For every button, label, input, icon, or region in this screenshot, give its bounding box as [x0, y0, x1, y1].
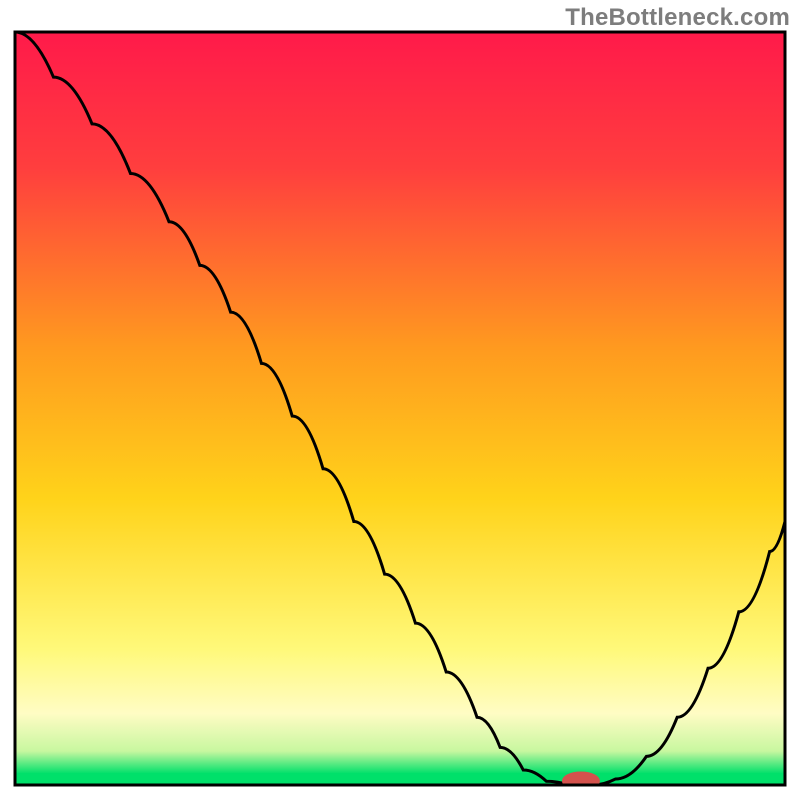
- optimal-marker: [562, 772, 599, 790]
- green-baseline: [15, 773, 785, 785]
- chart-canvas: TheBottleneck.com: [0, 0, 800, 800]
- chart-svg: [0, 0, 800, 800]
- gradient-background: [15, 32, 785, 785]
